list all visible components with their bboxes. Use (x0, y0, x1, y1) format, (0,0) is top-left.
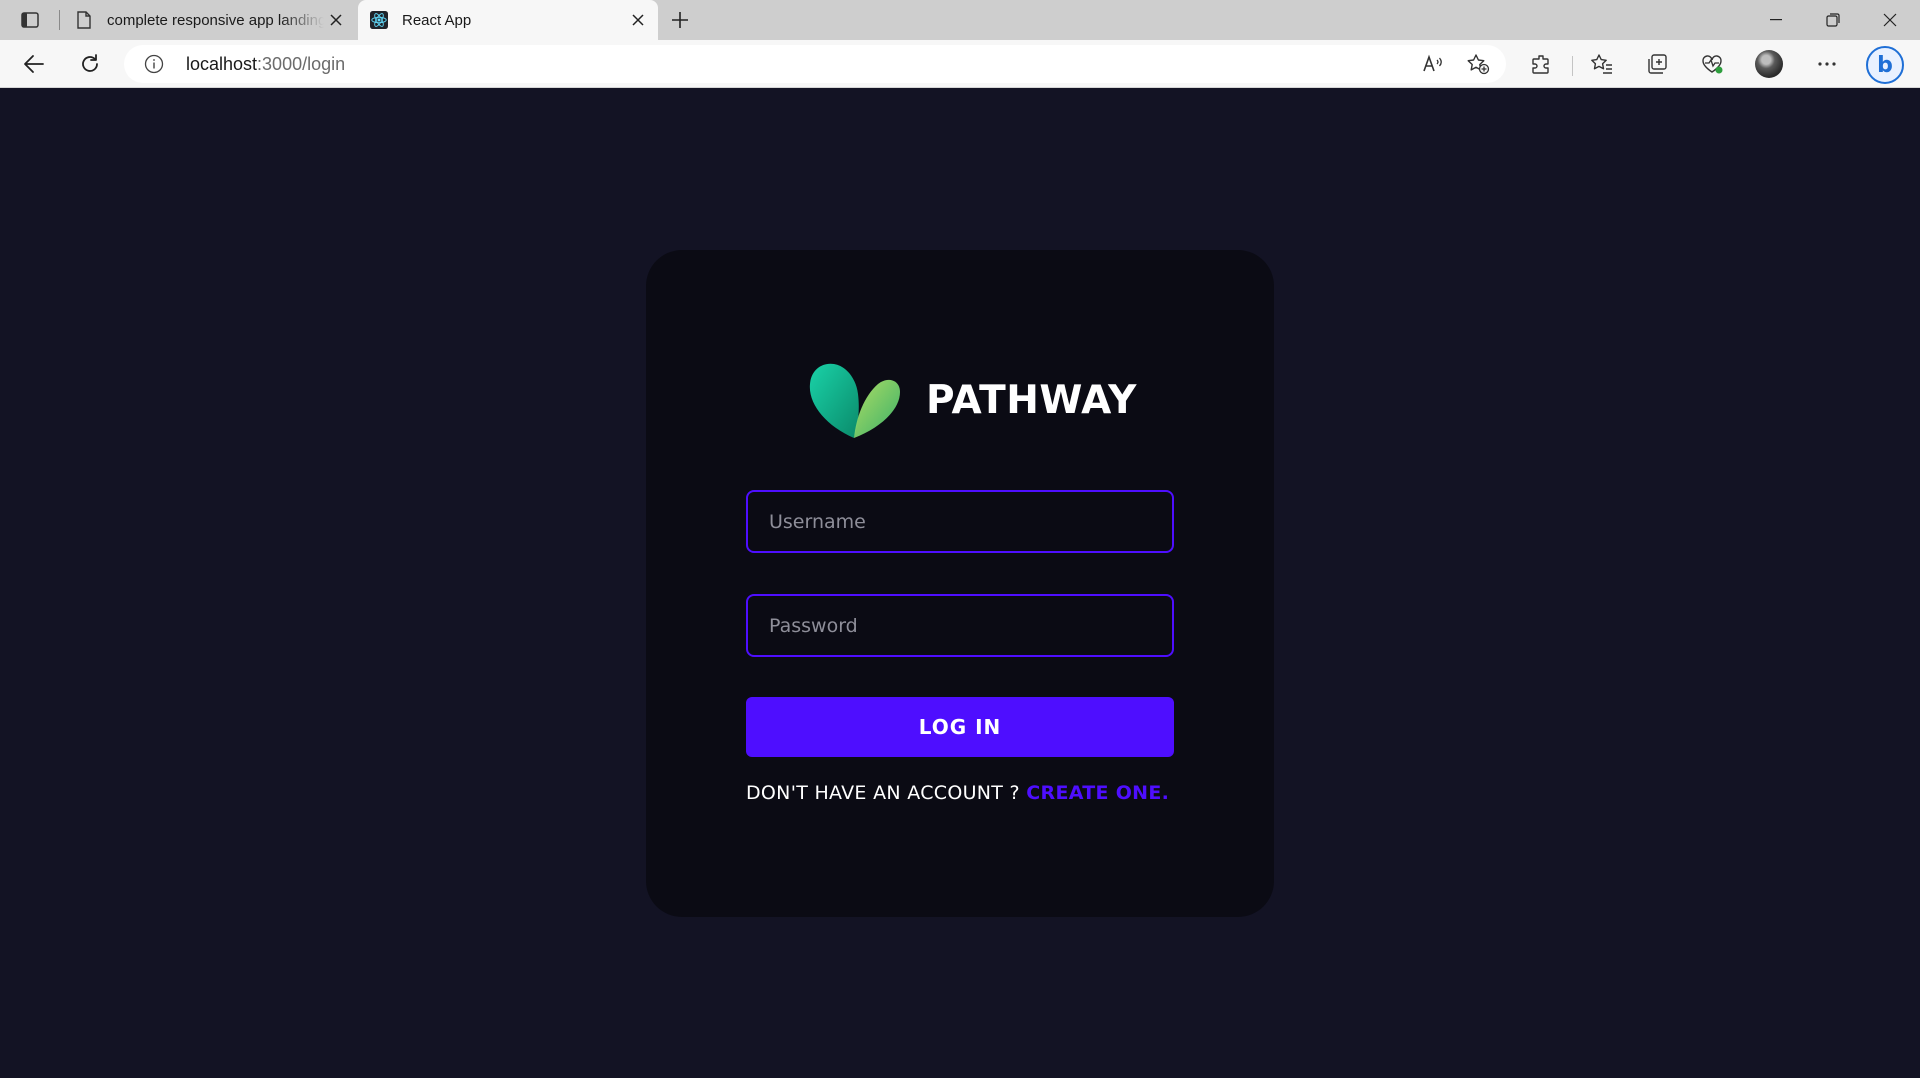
minimize-icon[interactable] (1748, 0, 1804, 40)
collections-icon[interactable] (1641, 48, 1673, 80)
plus-icon[interactable] (666, 7, 694, 33)
add-favorite-icon[interactable] (1462, 48, 1494, 80)
login-card: PATHWAY LOG IN DON'T HAVE AN ACCOUNT ? C… (646, 250, 1274, 917)
tab-react-app[interactable]: React App (358, 0, 658, 40)
restore-icon[interactable] (1805, 0, 1861, 40)
url-path: :3000/login (257, 54, 346, 74)
close-icon[interactable] (324, 8, 348, 32)
favorites-icon[interactable] (1586, 48, 1618, 80)
refresh-icon[interactable] (74, 48, 106, 80)
url-host: localhost (186, 54, 258, 74)
close-icon[interactable] (1862, 0, 1918, 40)
close-icon[interactable] (626, 8, 650, 32)
login-button[interactable]: LOG IN (746, 697, 1174, 757)
back-icon[interactable] (18, 48, 50, 80)
tab-title: complete responsive app landing page (107, 11, 324, 29)
bing-icon[interactable]: b (1866, 46, 1904, 84)
signup-prompt: DON'T HAVE AN ACCOUNT ? CREATE ONE. (746, 782, 1174, 804)
read-aloud-icon[interactable] (1417, 48, 1449, 80)
tab-separator (59, 10, 60, 30)
username-input[interactable] (746, 490, 1174, 553)
password-input[interactable] (746, 594, 1174, 657)
signup-prompt-text: DON'T HAVE AN ACCOUNT ? (746, 782, 1027, 804)
extensions-icon[interactable] (1526, 48, 1558, 80)
browser-toolbar: localhost:3000/login b (0, 40, 1920, 88)
more-icon[interactable] (1811, 48, 1843, 80)
create-account-link[interactable]: CREATE ONE. (1026, 782, 1169, 804)
toolbar-separator (1572, 56, 1573, 76)
tab-actions-icon[interactable] (17, 8, 43, 32)
pathway-logo-icon (809, 363, 900, 438)
brand: PATHWAY (806, 360, 1137, 440)
tab-landing-page[interactable]: complete responsive app landing page (68, 0, 356, 40)
browser-essentials-icon[interactable] (1696, 48, 1728, 80)
info-icon[interactable] (144, 54, 164, 74)
brand-name: PATHWAY (926, 377, 1137, 423)
browser-tab-bar: complete responsive app landing page Rea… (0, 0, 1920, 40)
address-bar[interactable]: localhost:3000/login (124, 45, 1506, 83)
page-viewport: PATHWAY LOG IN DON'T HAVE AN ACCOUNT ? C… (0, 89, 1920, 1078)
url-text[interactable]: localhost:3000/login (186, 54, 345, 75)
avatar[interactable] (1755, 50, 1783, 78)
page-icon (75, 11, 93, 29)
tab-title: React App (402, 11, 472, 29)
react-icon (370, 11, 388, 29)
